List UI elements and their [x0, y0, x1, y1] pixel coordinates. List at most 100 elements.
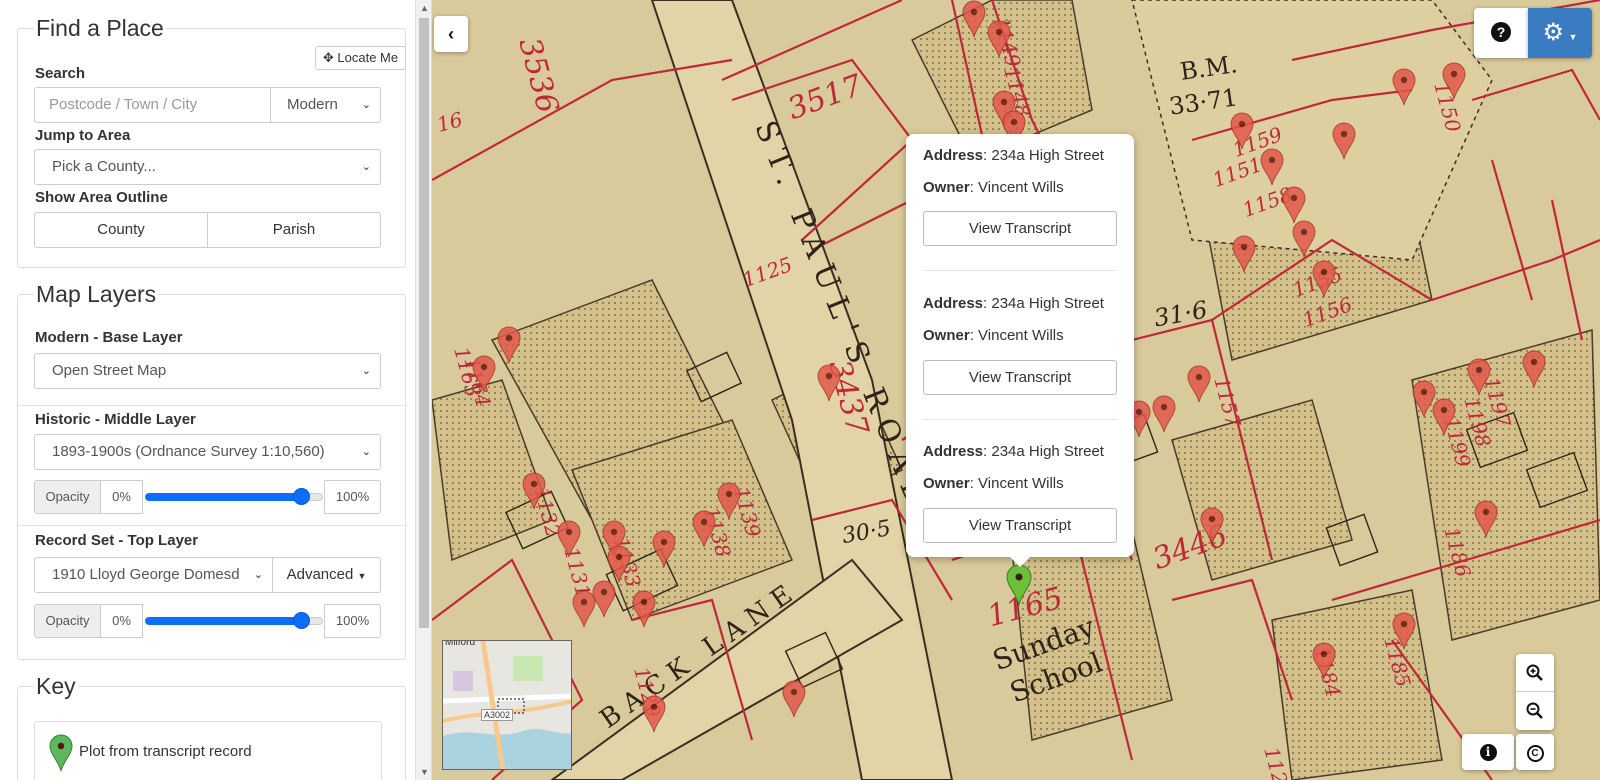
record-pin[interactable] — [1230, 112, 1254, 150]
record-pin[interactable] — [692, 510, 716, 548]
record-pin[interactable] — [1467, 358, 1491, 396]
collapse-sidebar-button[interactable]: ‹ — [434, 16, 468, 52]
view-transcript-button[interactable]: View Transcript — [923, 211, 1117, 246]
overview-minimap[interactable]: A3002 Milford — [442, 640, 572, 770]
zoom-out-button[interactable] — [1516, 692, 1554, 730]
info-button[interactable]: i — [1462, 734, 1514, 770]
copyright-button[interactable]: C — [1516, 734, 1554, 770]
popup-record-3-owner: Owner: Vincent Wills — [923, 475, 1064, 492]
base-layer-value: Open Street Map — [52, 362, 167, 379]
map-layers-legend: Map Layers — [34, 281, 159, 308]
record-pin[interactable] — [1474, 500, 1498, 538]
middle-opacity-min: 0% — [100, 480, 143, 514]
key-legend: Key — [34, 673, 78, 700]
copyright-icon: C — [1526, 745, 1544, 762]
popup-record-3-address: Address: 234a High Street — [923, 443, 1104, 460]
parish-outline-button[interactable]: Parish — [207, 212, 381, 248]
popup-record-1-owner: Owner: Vincent Wills — [923, 179, 1064, 196]
search-mode-select[interactable]: Modern ⌄ — [270, 87, 381, 123]
address-value: 234a High Street — [991, 147, 1104, 164]
slider-handle[interactable] — [293, 612, 311, 629]
record-pin[interactable] — [1442, 62, 1466, 100]
view-transcript-button[interactable]: View Transcript — [923, 508, 1117, 543]
middle-opacity-slider[interactable] — [145, 480, 323, 514]
sidebar: Find a Place ✥ Locate Me Search Postcode… — [0, 0, 432, 780]
record-pin[interactable] — [1282, 186, 1306, 224]
address-value: 234a High Street — [991, 295, 1104, 312]
minimap-graphic — [443, 641, 571, 769]
popup-divider — [923, 419, 1117, 420]
record-pin[interactable] — [1152, 395, 1176, 433]
popup-record-1-address: Address: 234a High Street — [923, 147, 1104, 164]
advanced-button[interactable]: Advanced ▼ — [272, 557, 381, 593]
question-icon: ? — [1491, 22, 1511, 42]
address-value: 234a High Street — [991, 443, 1104, 460]
record-pin[interactable] — [1332, 122, 1356, 160]
settings-button[interactable]: ⚙ ▼ — [1528, 8, 1592, 58]
record-pin[interactable] — [632, 590, 656, 628]
scroll-up-icon[interactable]: ▲ — [416, 0, 431, 16]
green-pin-icon — [49, 734, 73, 772]
search-mode-value: Modern — [287, 96, 338, 113]
record-pin[interactable] — [607, 545, 631, 583]
record-pin[interactable] — [497, 326, 521, 364]
record-pin[interactable] — [1312, 642, 1336, 680]
record-pin[interactable] — [1392, 68, 1416, 106]
record-pin[interactable] — [652, 530, 676, 568]
record-pin[interactable] — [1522, 350, 1546, 388]
record-pin[interactable] — [1392, 612, 1416, 650]
address-key: Address — [923, 295, 984, 312]
gear-icon: ⚙ — [1542, 19, 1565, 46]
record-pin[interactable] — [1187, 365, 1211, 403]
record-pin[interactable] — [1200, 507, 1224, 545]
slider-track — [145, 493, 302, 501]
jump-area-label: Jump to Area — [35, 127, 131, 144]
record-pin[interactable] — [1312, 260, 1336, 298]
scrollbar-thumb[interactable] — [419, 18, 429, 628]
selected-record-pin[interactable] — [1006, 564, 1032, 606]
view-transcript-button[interactable]: View Transcript — [923, 360, 1117, 395]
locate-me-label: Locate Me — [337, 50, 399, 65]
top-layer-label: Record Set - Top Layer — [35, 532, 199, 549]
locate-me-button[interactable]: ✥ Locate Me — [315, 46, 406, 70]
minimap-place-label: Milford — [445, 640, 476, 648]
record-pin[interactable] — [1412, 380, 1436, 418]
record-pin[interactable] — [1232, 235, 1256, 273]
record-pin[interactable] — [717, 482, 741, 520]
base-layer-select[interactable]: Open Street Map ⌄ — [34, 353, 381, 389]
record-set-value: 1910 Lloyd George Domesd — [52, 566, 240, 583]
record-pin[interactable] — [642, 695, 666, 733]
record-pin[interactable] — [1292, 220, 1316, 258]
record-pin[interactable] — [522, 472, 546, 510]
top-opacity-label: Opacity — [34, 604, 101, 638]
record-pin[interactable] — [782, 680, 806, 718]
record-pin[interactable] — [572, 590, 596, 628]
middle-opacity-label: Opacity — [34, 480, 101, 514]
record-pin[interactable] — [1260, 148, 1284, 186]
record-set-select[interactable]: 1910 Lloyd George Domesd ⌄ — [34, 557, 273, 593]
popup-record-2-address: Address: 234a High Street — [923, 295, 1104, 312]
key-item-label: Plot from transcript record — [79, 743, 252, 760]
info-icon: i — [1479, 744, 1497, 761]
county-outline-button[interactable]: County — [34, 212, 208, 248]
chevron-left-icon: ‹ — [448, 24, 454, 44]
search-input[interactable]: Postcode / Town / City — [34, 87, 271, 123]
sidebar-scrollbar[interactable]: ▲ ▼ — [415, 0, 431, 780]
zoom-in-button[interactable] — [1516, 654, 1554, 692]
owner-value: Vincent Wills — [978, 327, 1064, 344]
key-pin-shape — [49, 734, 73, 772]
scroll-down-icon[interactable]: ▼ — [416, 764, 431, 780]
record-pin[interactable] — [962, 0, 986, 38]
middle-layer-select[interactable]: 1893-1900s (Ordnance Survey 1:10,560) ⌄ — [34, 434, 381, 470]
county-select[interactable]: Pick a County... ⌄ — [34, 149, 381, 185]
record-pin[interactable] — [472, 355, 496, 393]
map-canvas[interactable]: ST. PAUL'S ROAD BACK LANE Sunday School … — [432, 0, 1600, 780]
record-pin[interactable] — [557, 520, 581, 558]
record-pin[interactable] — [987, 20, 1011, 58]
map-layers-panel: Map Layers Modern - Base Layer Open Stre… — [17, 281, 407, 660]
help-button[interactable]: ? — [1474, 8, 1528, 58]
zoom-out-icon — [1526, 702, 1543, 719]
record-pin[interactable] — [817, 364, 841, 402]
slider-handle[interactable] — [293, 488, 311, 505]
top-opacity-slider[interactable] — [145, 604, 323, 638]
